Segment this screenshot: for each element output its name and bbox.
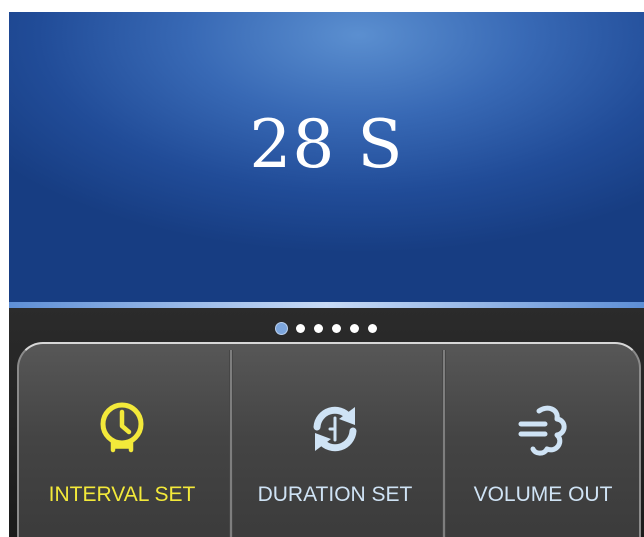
page-dot-1[interactable] (276, 322, 287, 334)
menu-panel: INTERVAL SET DURATION SET VOLUME OUT (17, 342, 641, 537)
interval-set-button[interactable]: INTERVAL SET (19, 344, 225, 537)
page-dot-4[interactable] (332, 323, 341, 333)
page-dot-3[interactable] (314, 323, 323, 333)
clock-icon (100, 402, 144, 453)
page-dot-2[interactable] (296, 323, 305, 333)
volume-out-label: VOLUME OUT (473, 483, 613, 506)
duration-set-label: DURATION SET (257, 483, 413, 506)
refresh-timer-icon (313, 406, 357, 452)
interval-set-label: INTERVAL SET (48, 483, 196, 506)
value-readout: 28 S (249, 106, 404, 183)
page-dot-6[interactable] (368, 323, 377, 333)
value-display: 28 S (9, 12, 644, 302)
page-dot-5[interactable] (350, 323, 359, 333)
tile-divider-1 (229, 350, 233, 537)
spray-cloud-icon (518, 405, 567, 456)
volume-out-button[interactable]: VOLUME OUT (448, 344, 638, 537)
page-indicator (9, 321, 644, 335)
duration-set-button[interactable]: DURATION SET (235, 344, 435, 537)
device-screen: 28 S INTERVAL SET DURATION SET VOLUME OU… (9, 12, 644, 537)
tile-divider-2 (442, 350, 446, 537)
